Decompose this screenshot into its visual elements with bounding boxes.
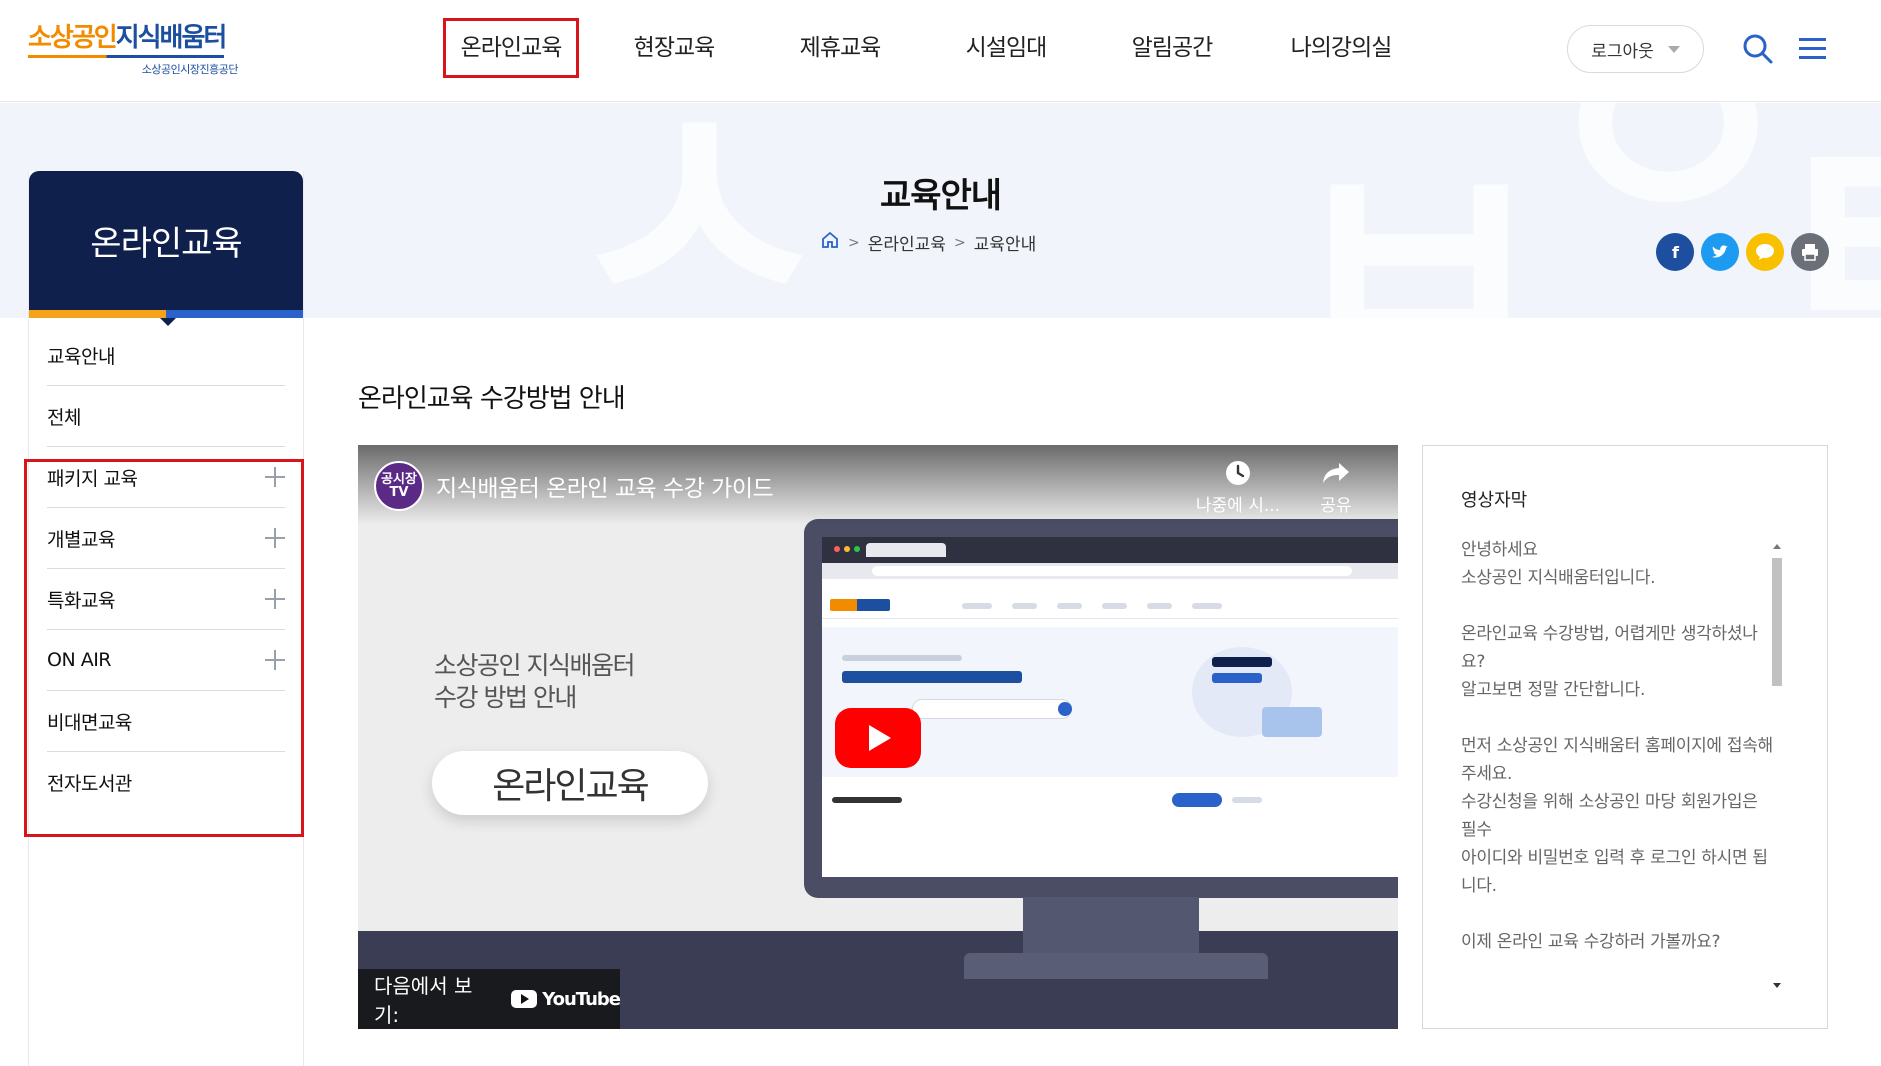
chevron-down-icon xyxy=(1667,45,1680,53)
breadcrumb-current: 교육안내 xyxy=(973,235,1037,255)
promo-pill: 온라인교육 xyxy=(432,751,708,815)
subtitles-text[interactable]: 안녕하세요 소상공인 지식배움터입니다. 온라인교육 수강방법, 어렵게만 생각… xyxy=(1461,536,1773,984)
youtube-video-player[interactable]: 소상공인 지식배움터 수강 방법 안내 온라인교육 공시장 TV 지식배움터 온… xyxy=(358,445,1398,1029)
logout-button[interactable]: 로그아웃 xyxy=(1567,25,1704,73)
screen-browser-tabs xyxy=(822,537,1398,563)
clock-icon xyxy=(1226,461,1250,485)
breadcrumb-separator: > xyxy=(953,234,966,251)
menu-icon[interactable] xyxy=(1796,32,1830,66)
subtitle-paragraph: 이제 온라인 교육 수강하러 가볼까요? xyxy=(1461,932,1721,952)
sidebar-item-label: ON AIR xyxy=(47,649,112,671)
youtube-icon xyxy=(511,990,538,1008)
twitter-share-icon[interactable] xyxy=(1701,233,1739,271)
facebook-share-icon[interactable]: f xyxy=(1656,233,1694,271)
sidebar-item-label: 패키지 교육 xyxy=(47,467,138,490)
subtitles-panel: 영상자막 안녕하세요 소상공인 지식배움터입니다. 온라인교육 수강방법, 어렵… xyxy=(1422,445,1828,1029)
scroll-down-arrow-icon[interactable] xyxy=(1773,983,1781,988)
sidebar-item-package-education[interactable]: 패키지 교육 xyxy=(47,447,285,508)
sidebar-item-label: 개별교육 xyxy=(47,528,115,551)
screen-url-bar xyxy=(822,563,1398,579)
svg-text:f: f xyxy=(1672,243,1680,261)
nav-field-education[interactable]: 현장교육 xyxy=(609,18,739,78)
watch-later-button[interactable]: 나중에 시... xyxy=(1193,459,1283,516)
nav-facility-rental[interactable]: 시설임대 xyxy=(941,18,1071,78)
sidebar-item-individual-education[interactable]: 개별교육 xyxy=(47,508,285,569)
kakaotalk-share-icon[interactable] xyxy=(1746,233,1784,271)
sidebar-item-untact-education[interactable]: 비대면교육 xyxy=(47,691,285,752)
sidebar-item-all[interactable]: 전체 xyxy=(47,386,285,447)
search-icon[interactable] xyxy=(1741,32,1775,66)
promo-line: 수강 방법 안내 xyxy=(434,683,577,712)
video-title[interactable]: 지식배움터 온라인 교육 수강 가이드 xyxy=(436,469,774,503)
side-navigation-header: 온라인교육 xyxy=(29,171,303,326)
sidebar-item-label: 특화교육 xyxy=(47,589,115,612)
plus-icon[interactable] xyxy=(265,467,285,487)
watch-later-label: 나중에 시... xyxy=(1195,496,1281,516)
nav-my-classroom[interactable]: 나의강의실 xyxy=(1273,18,1409,78)
side-menu-list: 교육안내 전체 패키지 교육 개별교육 특화교육 ON AIR 비대면교육 전자… xyxy=(29,325,303,813)
plus-icon[interactable] xyxy=(265,528,285,548)
side-navigation-title: 온라인교육 xyxy=(90,224,242,264)
share-arrow-icon xyxy=(1323,463,1349,483)
sidebar-item-special-education[interactable]: 특화교육 xyxy=(47,569,285,630)
scroll-up-arrow-icon[interactable] xyxy=(1773,544,1781,549)
logo-text: 소상공인지식배움터 xyxy=(28,23,227,53)
breadcrumb-separator: > xyxy=(848,234,860,251)
sidebar-item-education-guide[interactable]: 교육안내 xyxy=(47,325,285,386)
subtitle-paragraph: 온라인교육 수강방법, 어렵게만 생각하셨나요? 알고보면 정말 간단합니다. xyxy=(1461,624,1758,700)
watch-on-youtube-button[interactable]: 다음에서 보기: YouTube xyxy=(358,969,621,1029)
site-header: 소상공인지식배움터 소상공인시장진흥공단 온라인교육 현장교육 제휴교육 시설임… xyxy=(0,0,1881,102)
youtube-wordmark: YouTube xyxy=(542,988,621,1010)
sidebar-item-label: 전자도서관 xyxy=(47,773,132,795)
home-icon[interactable] xyxy=(820,230,840,255)
sidebar-item-label: 교육안내 xyxy=(47,345,115,368)
monitor-foot xyxy=(964,953,1268,979)
sidebar-item-label: 비대면교육 xyxy=(47,711,132,734)
plus-icon[interactable] xyxy=(265,650,285,670)
logout-label: 로그아웃 xyxy=(1591,41,1654,62)
video-promo-text: 소상공인 지식배움터 수강 방법 안내 xyxy=(434,650,635,714)
background-decoration: ㅂ xyxy=(1280,103,1556,319)
subtitle-paragraph: 안녕하세요 소상공인 지식배움터입니다. xyxy=(1461,540,1656,588)
sidebar-item-e-library[interactable]: 전자도서관 xyxy=(47,752,285,813)
monitor-screen xyxy=(822,537,1398,877)
screen-site-nav xyxy=(822,593,1398,619)
monitor-stand xyxy=(1023,897,1199,955)
scrollbar-thumb[interactable] xyxy=(1772,558,1782,686)
site-logo[interactable]: 소상공인지식배움터 소상공인시장진흥공단 xyxy=(28,22,239,78)
share-video-button[interactable]: 공유 xyxy=(1291,459,1381,516)
logo-subtitle: 소상공인시장진흥공단 xyxy=(141,63,239,76)
logo-underline xyxy=(28,55,224,58)
header-color-bar xyxy=(29,310,303,318)
youtube-logo: YouTube xyxy=(511,988,621,1010)
channel-avatar[interactable]: 공시장 TV xyxy=(374,461,424,511)
nav-online-education[interactable]: 온라인교육 xyxy=(443,18,579,78)
share-video-label: 공유 xyxy=(1320,496,1352,516)
section-title: 온라인교육 수강방법 안내 xyxy=(358,384,626,414)
plus-icon[interactable] xyxy=(265,589,285,609)
breadcrumb: > 온라인교육 > 교육안내 xyxy=(820,230,1036,255)
main-navigation: 온라인교육 현장교육 제휴교육 시설임대 알림공간 나의강의실 xyxy=(443,18,1409,78)
sidebar-item-label: 전체 xyxy=(47,406,81,429)
subtitles-title: 영상자막 xyxy=(1461,490,1528,511)
sidebar-item-on-air[interactable]: ON AIR xyxy=(47,630,285,691)
print-icon[interactable] xyxy=(1791,233,1829,271)
nav-partner-education[interactable]: 제휴교육 xyxy=(775,18,905,78)
nav-notice[interactable]: 알림공간 xyxy=(1107,18,1237,78)
promo-line: 소상공인 지식배움터 xyxy=(434,651,635,680)
watch-on-label: 다음에서 보기: xyxy=(374,974,473,1027)
side-navigation: 온라인교육 교육안내 전체 패키지 교육 개별교육 특화교육 ON AIR 비대… xyxy=(28,171,304,1066)
subtitles-scrollbar[interactable] xyxy=(1769,540,1785,992)
breadcrumb-item[interactable]: 온라인교육 xyxy=(868,230,946,255)
subtitle-paragraph: 먼저 소상공인 지식배움터 홈페이지에 접속해주세요. 수강신청을 위해 소상공… xyxy=(1461,736,1773,896)
play-button[interactable] xyxy=(835,708,921,768)
